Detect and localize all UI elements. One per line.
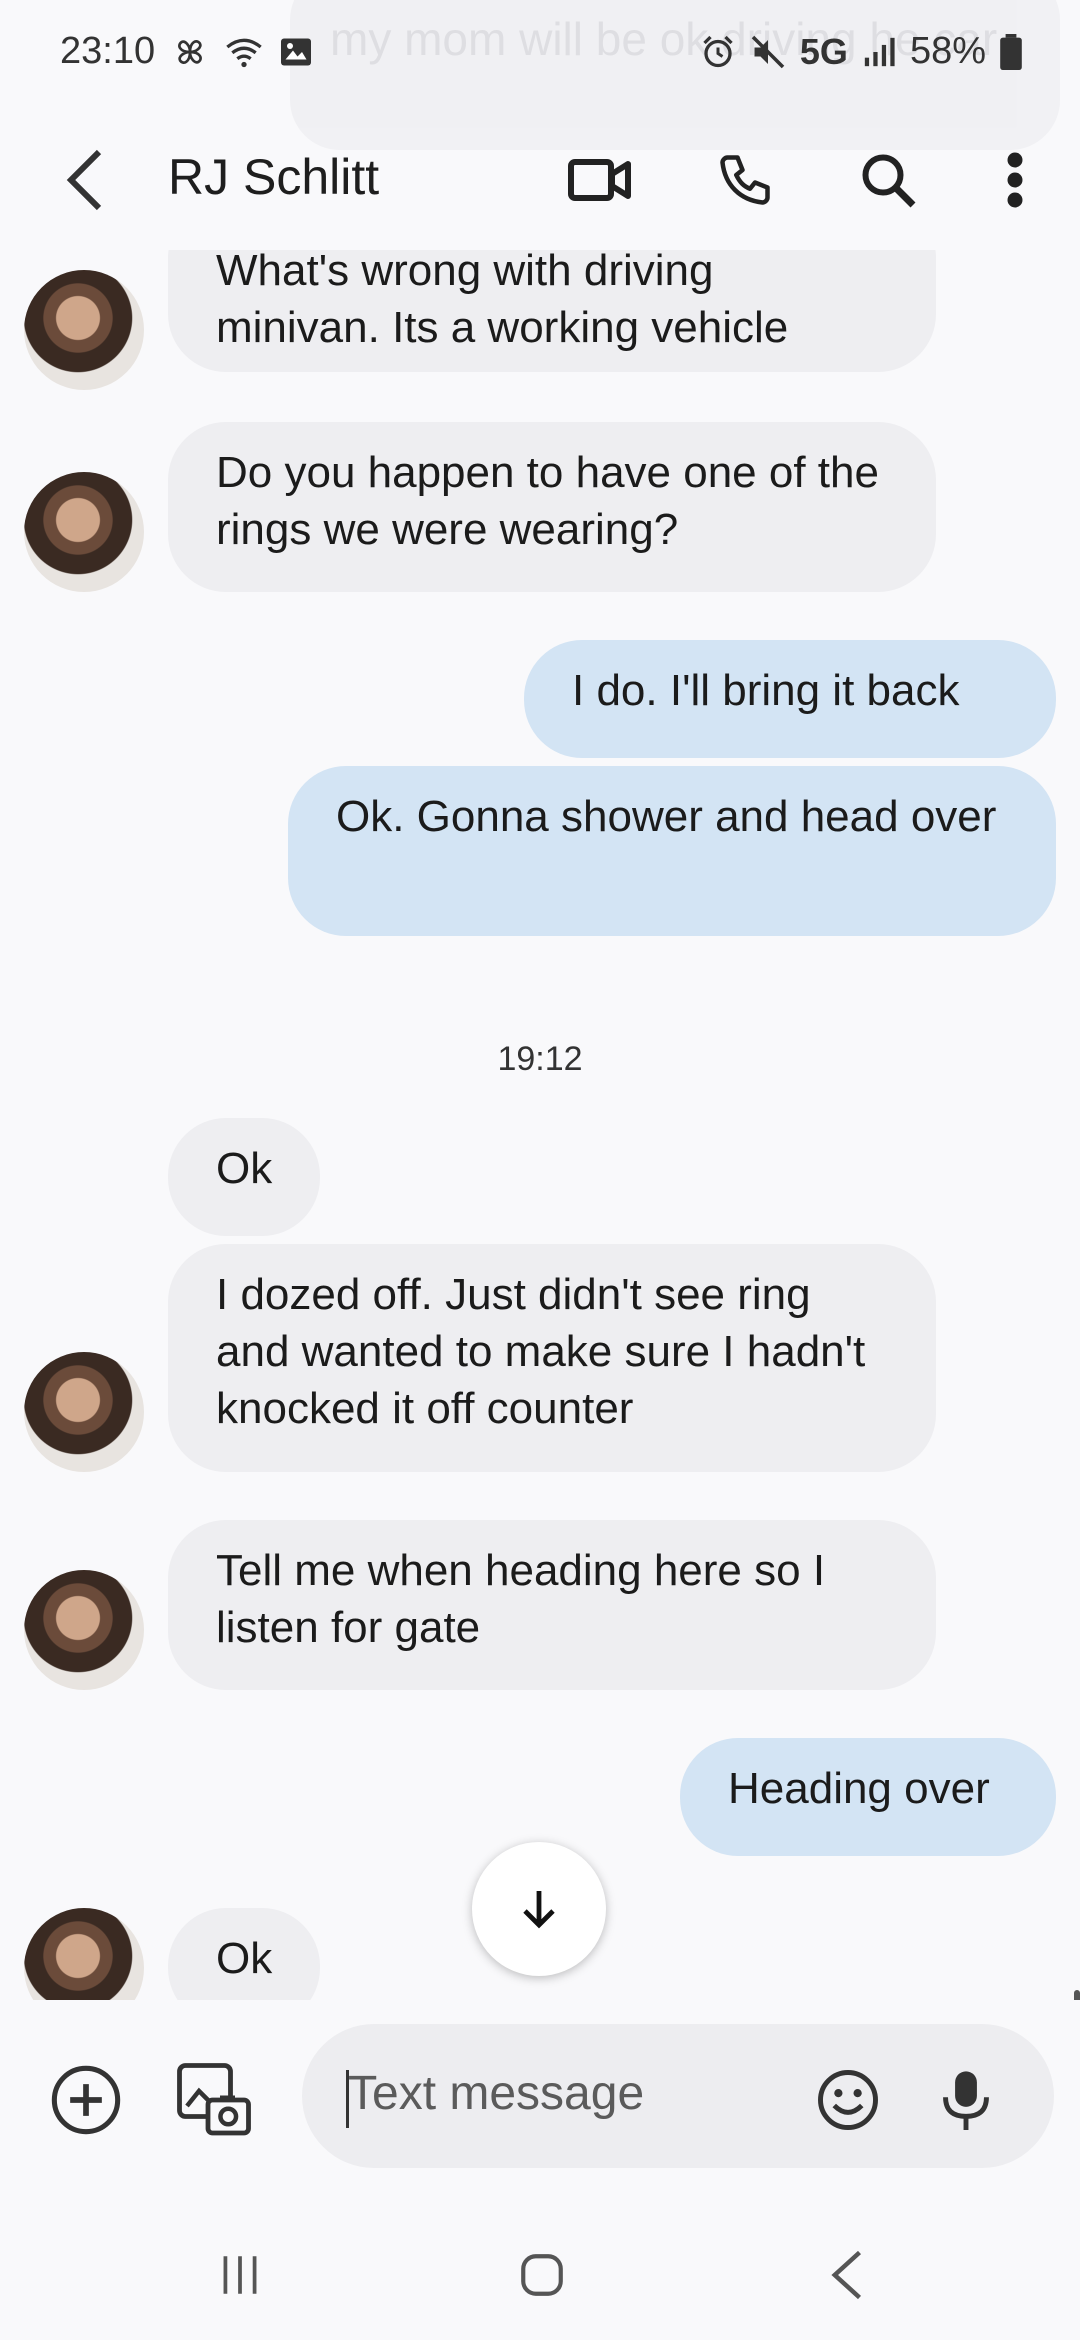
recent-apps-icon[interactable] [200,2240,280,2310]
wifi-icon [226,38,262,68]
back-arrow-icon[interactable] [50,140,120,220]
gallery-camera-icon[interactable] [172,2058,256,2142]
more-vert-icon[interactable] [990,140,1040,220]
contact-avatar[interactable] [24,472,144,592]
message-bubble-incoming[interactable]: What's wrong with driving minivan. Its a… [168,250,936,372]
mute-icon [751,35,785,68]
message-bubble-incoming[interactable]: Do you happen to have one of the rings w… [168,422,936,592]
message-bubble-incoming[interactable]: Tell me when heading here so I listen fo… [168,1520,936,1690]
contact-avatar[interactable] [24,1352,144,1472]
contact-avatar[interactable] [24,1570,144,1690]
status-time: 23:10 [60,30,156,72]
signal-icon [864,37,895,66]
add-circle-icon[interactable] [46,2060,126,2140]
video-call-icon[interactable] [560,140,640,220]
search-icon[interactable] [848,140,928,220]
contact-avatar[interactable] [24,1908,144,2000]
status-right: 5G 58% [700,30,1022,73]
mic-icon[interactable] [926,2060,1006,2140]
contact-avatar[interactable] [24,270,144,390]
message-bubble-outgoing[interactable]: I do. I'll bring it back [524,640,1056,758]
emoji-icon[interactable] [808,2060,888,2140]
battery-icon [1000,33,1022,70]
battery-percent: 58% [909,30,986,72]
phone-icon[interactable] [705,140,785,220]
network-type: 5G [799,30,848,72]
system-nav-bar [0,2200,1080,2340]
home-icon[interactable] [502,2240,582,2310]
timestamp-divider: 19:12 [497,1040,583,1078]
scroll-to-bottom-button[interactable] [472,1842,606,1976]
image-icon [281,38,311,66]
status-left-icons [170,32,314,72]
contact-name[interactable]: RJ Schlitt [168,148,379,206]
message-bubble-incoming[interactable]: Ok [168,1118,320,1236]
alarm-icon [703,35,733,67]
arrow-down-icon [523,1891,555,1929]
message-bubble-incoming[interactable]: Ok [168,1908,320,2000]
nav-back-icon[interactable] [806,2240,886,2310]
conversation-list[interactable]: What's wrong with driving minivan. Its a… [0,250,1080,2000]
message-bubble-outgoing[interactable]: Ok. Gonna shower and head over [288,766,1056,936]
message-input-placeholder: Text message [348,2067,645,2120]
pinwheel-icon [178,40,202,64]
message-bubble-outgoing[interactable]: Heading over [680,1738,1056,1856]
status-bar: 23:10 5G 58% [0,0,1080,110]
message-bubble-incoming[interactable]: I dozed off. Just didn't see ring and wa… [168,1244,936,1472]
